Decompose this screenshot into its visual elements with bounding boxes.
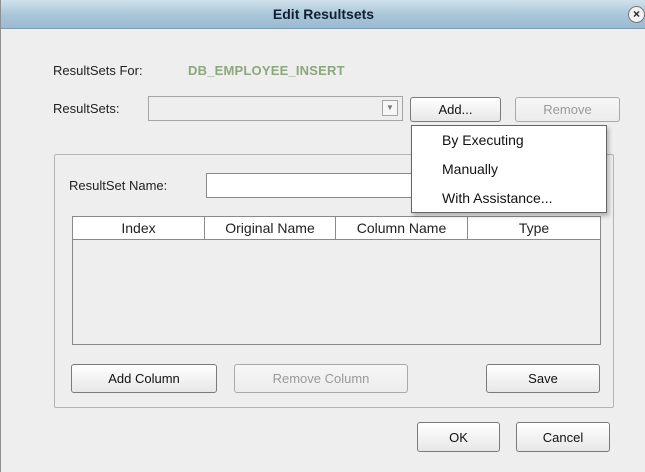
- close-icon[interactable]: ×: [628, 6, 645, 23]
- column-header-column-name[interactable]: Column Name: [336, 217, 468, 239]
- edit-resultsets-dialog: Edit Resultsets × ResultSets For: DB_EMP…: [0, 0, 645, 472]
- remove-column-button[interactable]: Remove Column: [234, 364, 408, 393]
- column-header-original-name[interactable]: Original Name: [205, 217, 336, 239]
- save-button[interactable]: Save: [486, 364, 600, 393]
- menu-item-with-assistance[interactable]: With Assistance...: [412, 184, 606, 213]
- resultset-name-input[interactable]: [206, 173, 416, 198]
- remove-resultset-button[interactable]: Remove: [515, 97, 620, 122]
- columns-table-header: Index Original Name Column Name Type: [73, 217, 600, 240]
- menu-item-by-executing[interactable]: By Executing: [412, 126, 606, 155]
- add-resultset-button[interactable]: Add...: [410, 97, 501, 122]
- column-header-index[interactable]: Index: [73, 217, 205, 239]
- chevron-down-icon[interactable]: ▼: [382, 100, 398, 116]
- column-header-type[interactable]: Type: [468, 217, 600, 239]
- dialog-title: Edit Resultsets: [272, 6, 375, 22]
- ok-button[interactable]: OK: [417, 422, 500, 452]
- menu-item-manually[interactable]: Manually: [412, 155, 606, 184]
- add-resultset-menu: By Executing Manually With Assistance...: [411, 125, 607, 213]
- resultsets-for-label: ResultSets For:: [53, 63, 143, 78]
- resultset-name-label: ResultSet Name:: [69, 178, 168, 193]
- cancel-button[interactable]: Cancel: [516, 422, 610, 452]
- resultsets-label: ResultSets:: [53, 101, 120, 116]
- resultsets-select[interactable]: ▼: [148, 96, 403, 121]
- columns-table: Index Original Name Column Name Type: [72, 216, 601, 345]
- add-column-button[interactable]: Add Column: [71, 364, 217, 393]
- resultsets-for-value: DB_EMPLOYEE_INSERT: [188, 63, 345, 78]
- title-bar: Edit Resultsets ×: [1, 0, 645, 29]
